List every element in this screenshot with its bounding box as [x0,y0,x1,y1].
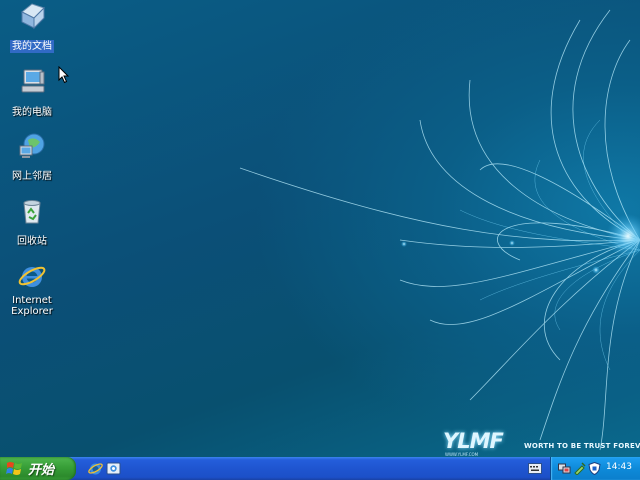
start-button[interactable]: 开始 [0,457,76,480]
my-computer-icon [21,69,45,93]
desktop-icon-label: 网上邻居 [12,171,52,182]
network-places-icon [19,133,45,158]
desktop-icon-recycle-bin[interactable]: 回收站 [0,195,64,248]
show-desktop-icon[interactable] [105,460,122,477]
wallpaper-flower-art [239,9,640,451]
taskbar[interactable]: 开始 14:43 [0,457,640,480]
desktop-icon-label: 我的电脑 [12,107,52,118]
network-icon[interactable] [558,462,571,475]
desktop-icon-label: Internet Explorer [11,295,53,317]
system-tray[interactable]: 14:43 [550,457,640,480]
internet-explorer-icon [18,266,46,287]
safely-remove-icon[interactable] [573,462,586,475]
taskbar-clock[interactable]: 14:43 [606,462,632,472]
input-method-icon[interactable] [528,463,542,474]
windows-logo-icon [6,462,22,475]
desktop-icon-internet-explorer[interactable]: Internet Explorer [0,260,64,318]
start-button-label: 开始 [28,463,55,478]
internet-explorer-icon[interactable] [87,460,104,477]
desktop-icon-label: 回收站 [17,236,47,247]
desktop-icon-label: 我的文档 [10,40,54,53]
desktop-icon-network-places[interactable]: 网上邻居 [0,130,64,183]
desktop-icon-my-documents[interactable]: 我的文档 [0,0,64,53]
brand-tagline: WORTH TO BE TRUST FOREVER [524,442,640,450]
brand-logo: YLMF [443,429,504,453]
desktop-icon-my-computer[interactable]: 我的电脑 [0,66,64,119]
my-documents-icon [21,3,45,30]
desktop[interactable]: 我的文档 我的电脑 网上邻居 回收站 Internet Explorer YLM… [0,0,640,457]
wallpaper-brand: YLMF WORTH TO BE TRUST FOREVER WWW.YLMF.… [443,429,640,457]
recycle-bin-icon [23,200,41,224]
security-shield-icon[interactable] [588,462,601,475]
mouse-cursor-icon [58,66,70,84]
